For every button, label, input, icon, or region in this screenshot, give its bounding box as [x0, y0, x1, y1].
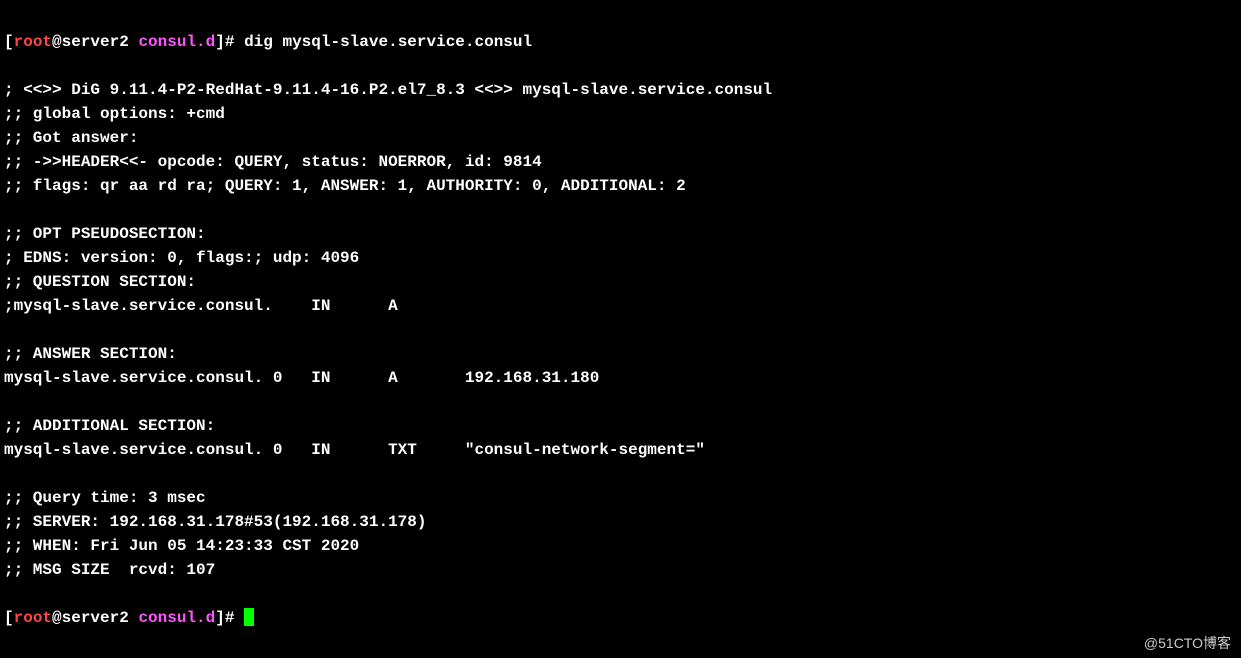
command-text: dig mysql-slave.service.consul: [244, 33, 532, 51]
prompt-host: @server2: [52, 33, 138, 51]
output-line: ;; ADDITIONAL SECTION:: [4, 417, 215, 435]
prompt-bracket-close: ]#: [215, 33, 244, 51]
prompt-host: @server2: [52, 609, 138, 627]
output-line: ;; ANSWER SECTION:: [4, 345, 177, 363]
prompt-bracket-open: [: [4, 609, 14, 627]
prompt-user: root: [14, 33, 52, 51]
output-line: ; EDNS: version: 0, flags:; udp: 4096: [4, 249, 359, 267]
output-line: ;; SERVER: 192.168.31.178#53(192.168.31.…: [4, 513, 426, 531]
terminal-window[interactable]: [root@server2 consul.d]# dig mysql-slave…: [0, 0, 1241, 636]
output-line: ;; flags: qr aa rd ra; QUERY: 1, ANSWER:…: [4, 177, 686, 195]
output-line: ;; Got answer:: [4, 129, 138, 147]
output-line: ;mysql-slave.service.consul. IN A: [4, 297, 398, 315]
output-line: ;; Query time: 3 msec: [4, 489, 206, 507]
prompt-line-2[interactable]: [root@server2 consul.d]#: [4, 609, 254, 627]
output-line: mysql-slave.service.consul. 0 IN TXT "co…: [4, 441, 705, 459]
prompt-dir: consul.d: [138, 33, 215, 51]
prompt-dir: consul.d: [138, 609, 215, 627]
output-line: ;; global options: +cmd: [4, 105, 225, 123]
prompt-bracket-open: [: [4, 33, 14, 51]
output-line: ;; QUESTION SECTION:: [4, 273, 196, 291]
output-line: mysql-slave.service.consul. 0 IN A 192.1…: [4, 369, 599, 387]
prompt-bracket-close: ]#: [215, 609, 244, 627]
output-line: ; <<>> DiG 9.11.4-P2-RedHat-9.11.4-16.P2…: [4, 81, 772, 99]
output-line: ;; MSG SIZE rcvd: 107: [4, 561, 215, 579]
prompt-user: root: [14, 609, 52, 627]
output-line: ;; OPT PSEUDOSECTION:: [4, 225, 206, 243]
watermark-text: @51CTO博客: [1144, 633, 1231, 654]
cursor-icon: [244, 608, 254, 626]
output-line: ;; ->>HEADER<<- opcode: QUERY, status: N…: [4, 153, 542, 171]
prompt-line-1: [root@server2 consul.d]# dig mysql-slave…: [4, 33, 532, 51]
output-line: ;; WHEN: Fri Jun 05 14:23:33 CST 2020: [4, 537, 359, 555]
